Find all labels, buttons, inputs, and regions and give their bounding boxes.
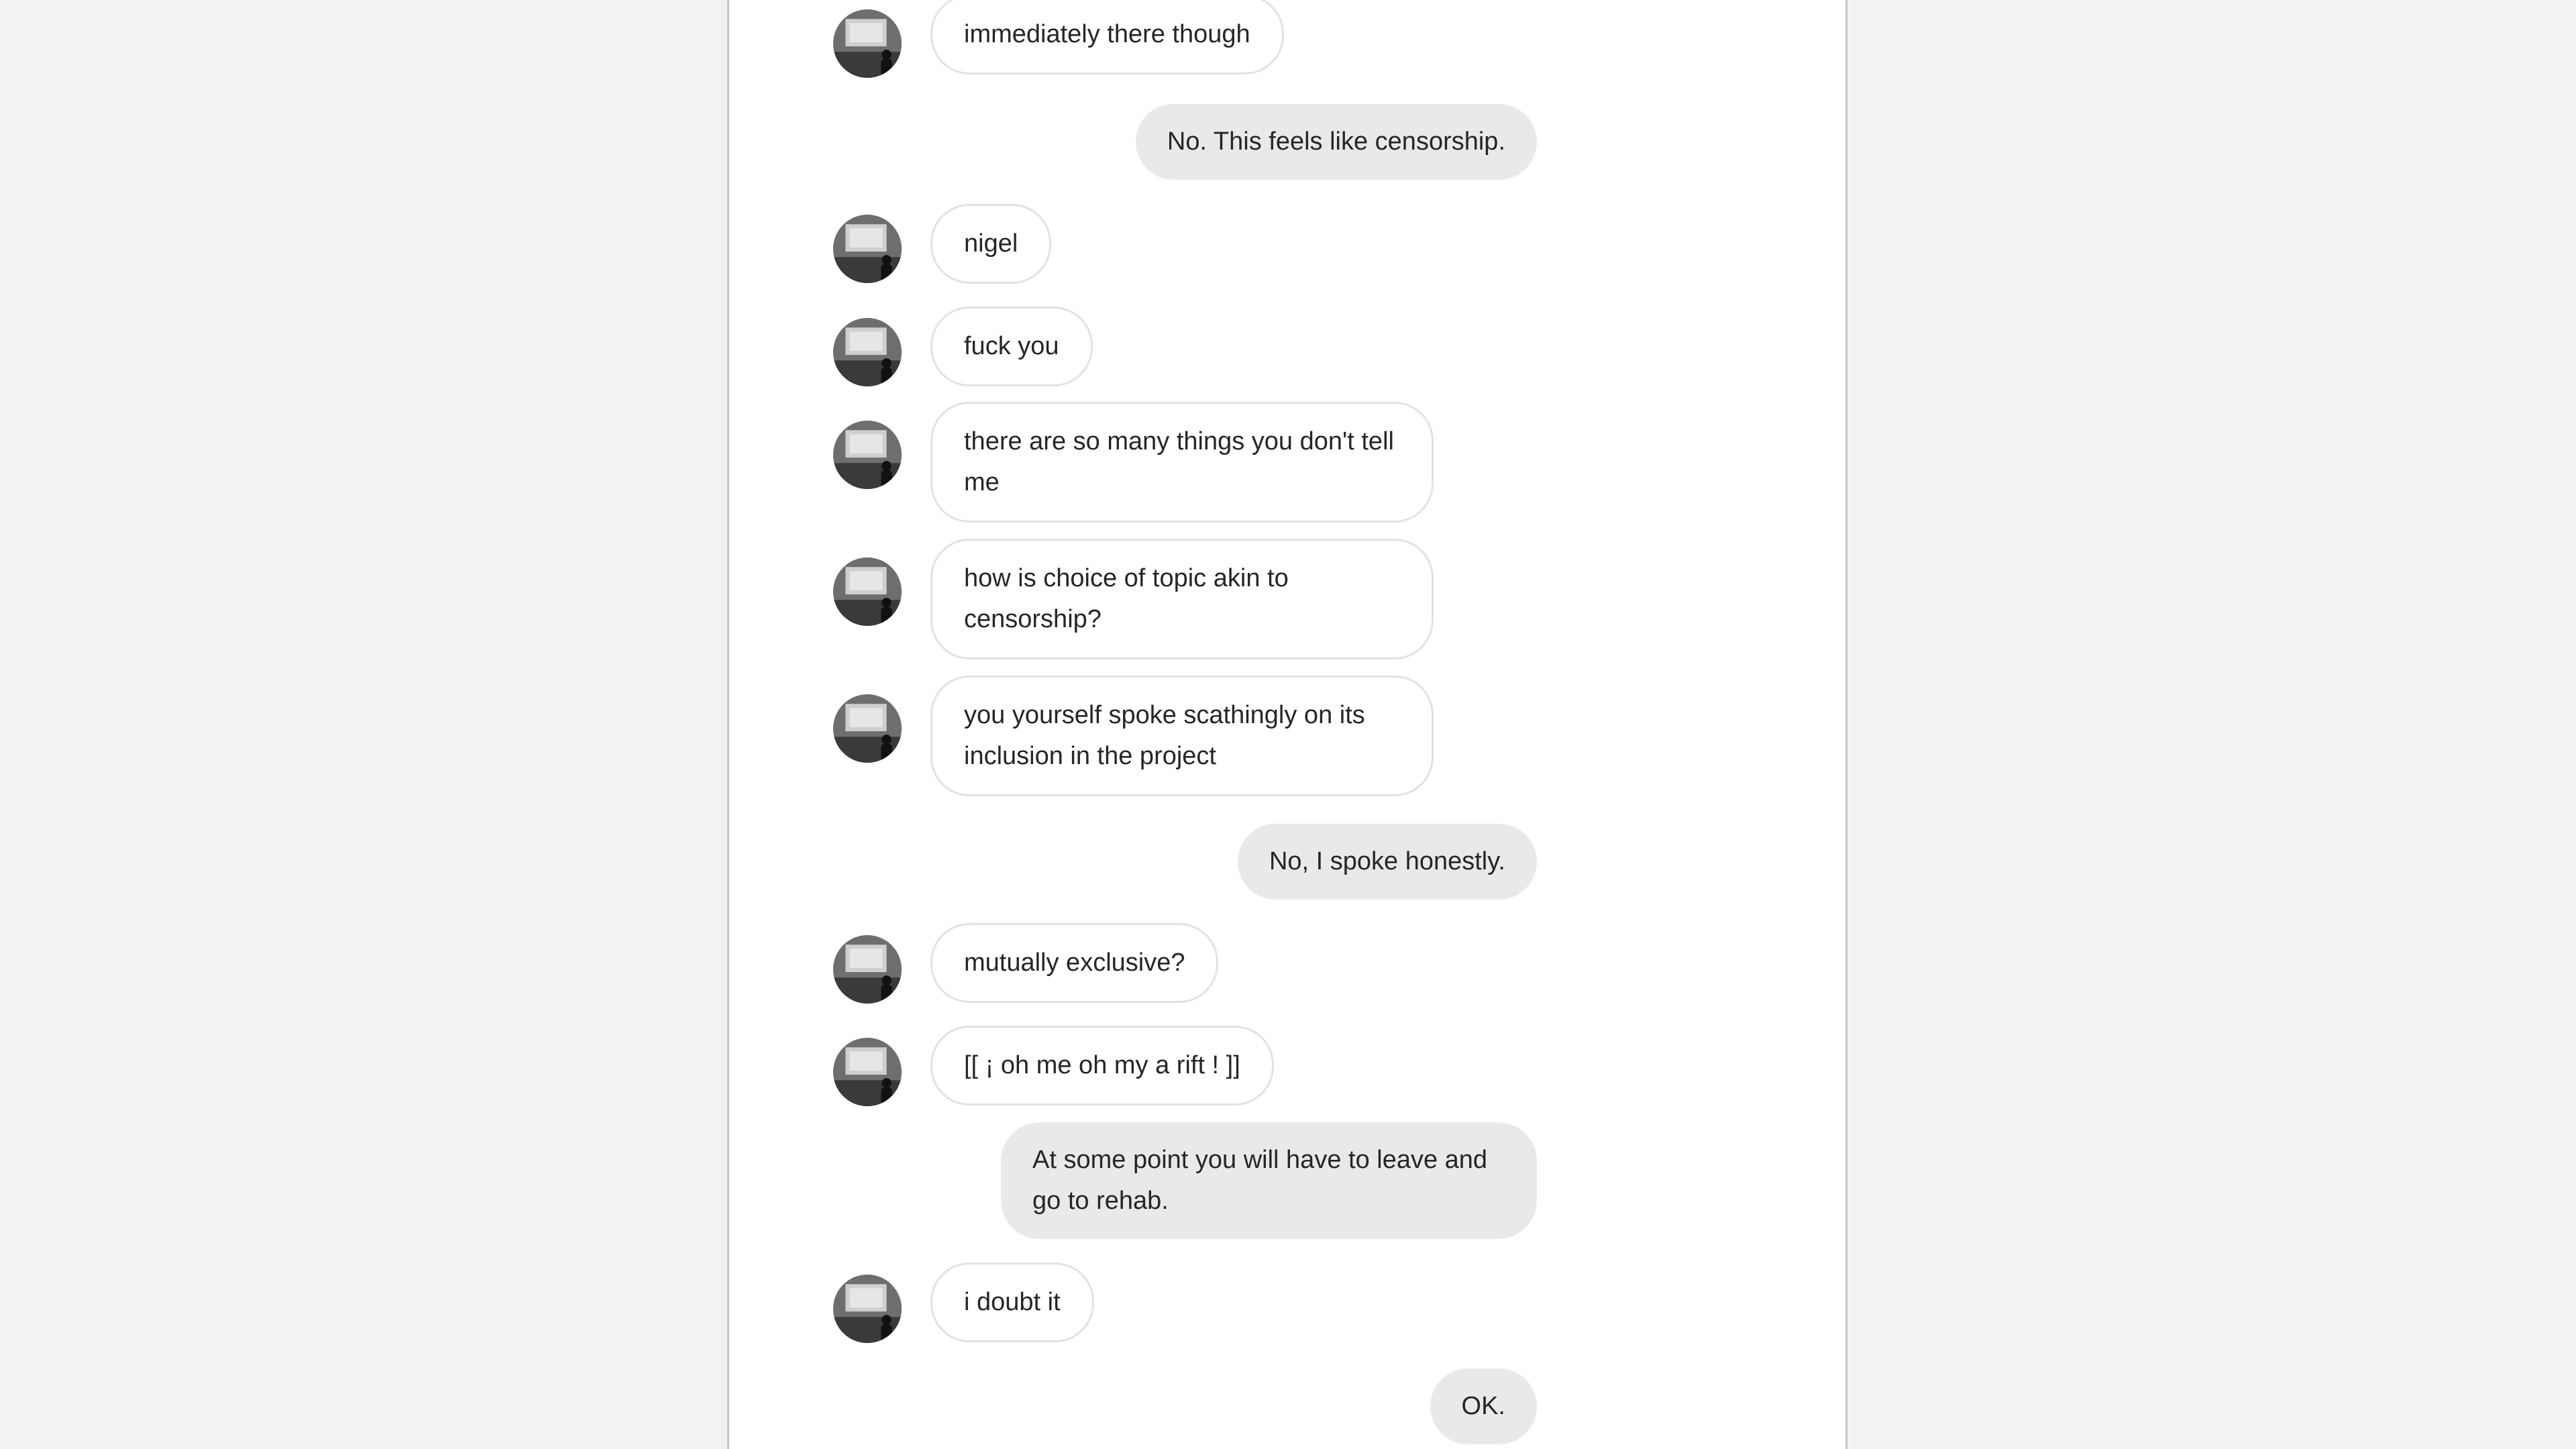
avatar [833, 318, 902, 386]
message-bubble-incoming: [[ ¡ oh me oh my a rift ! ]] [930, 1026, 1274, 1106]
message-bubble-incoming: nigel [930, 204, 1052, 284]
person-photo-icon [833, 1275, 902, 1343]
message-bubble-incoming: how is choice of topic akin to censorshi… [930, 539, 1434, 659]
message-bubble-incoming: i doubt it [930, 1263, 1094, 1342]
message-bubble-outgoing: At some point you will have to leave and… [1001, 1122, 1537, 1239]
chat-panel: immediately there though No. This feels … [727, 0, 1847, 1449]
person-photo-icon [833, 694, 902, 763]
avatar [833, 557, 902, 626]
person-photo-icon [833, 421, 902, 489]
avatar [833, 694, 902, 763]
person-photo-icon [833, 215, 902, 283]
message-bubble-incoming: mutually exclusive? [930, 923, 1219, 1003]
avatar [833, 9, 902, 78]
person-photo-icon [833, 9, 902, 78]
person-photo-icon [833, 318, 902, 386]
avatar [833, 935, 902, 1004]
message-bubble-outgoing: No, I spoke honestly. [1237, 824, 1537, 900]
person-photo-icon [833, 1038, 902, 1106]
message-bubble-incoming: fuck you [930, 307, 1093, 386]
message-bubble-incoming: there are so many things you don't tell … [930, 402, 1434, 523]
message-bubble-outgoing: OK. [1430, 1368, 1537, 1444]
person-photo-icon [833, 935, 902, 1004]
avatar [833, 215, 902, 283]
avatar [833, 1275, 902, 1343]
avatar [833, 421, 902, 489]
person-photo-icon [833, 557, 902, 626]
avatar [833, 1038, 902, 1106]
message-bubble-incoming: immediately there though [930, 0, 1284, 74]
message-bubble-outgoing: No. This feels like censorship. [1135, 104, 1537, 180]
message-bubble-incoming: you yourself spoke scathingly on its inc… [930, 676, 1434, 796]
